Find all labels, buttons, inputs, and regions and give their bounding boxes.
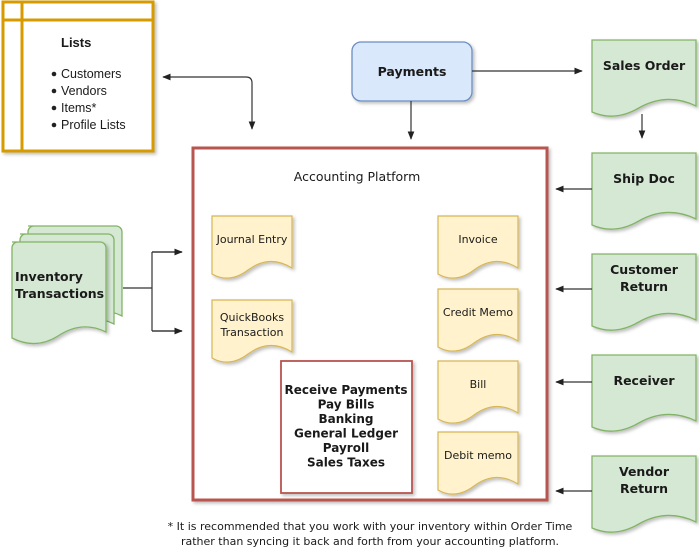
order-doc-customer-return-label: Return xyxy=(620,279,668,294)
order-doc-customer-return[interactable]: Customer Return xyxy=(591,253,697,331)
platform-doc-left-1-label: QuickBooks xyxy=(220,311,284,324)
lists-item[interactable]: Vendors xyxy=(61,84,107,98)
platform-doc-right-2-label: Bill xyxy=(470,378,487,391)
order-doc-sales-order-shape xyxy=(591,39,697,117)
platform-doc-right-3-label: Debit memo xyxy=(444,449,512,462)
accounting-platform: Accounting Platform Journal Entry QuickBo… xyxy=(191,146,549,502)
order-doc-vendor-return[interactable]: Vendor Return xyxy=(591,455,697,533)
platform-doc-left-0-label: Journal Entry xyxy=(216,233,288,246)
bullet-icon xyxy=(51,71,57,77)
order-doc-receiver-label: Receiver xyxy=(613,373,675,388)
order-doc-sales-order-label: Sales Order xyxy=(603,58,686,73)
order-doc-vendor-return-label: Vendor xyxy=(619,464,670,479)
platform-doc-right-0-label: Invoice xyxy=(458,233,498,246)
workflow-diagram: Lists Customers Vendors Items* Profile List… xyxy=(1,0,697,548)
inventory-label-line1: Inventory xyxy=(15,269,83,284)
lists-title: Lists xyxy=(61,35,91,50)
lists-platform-connector xyxy=(162,73,256,130)
order-doc-ship-doc[interactable]: Ship Doc xyxy=(591,152,697,230)
bullet-icon xyxy=(51,122,57,128)
order-doc-ship-doc-shape xyxy=(591,152,697,230)
payments-label: Payments xyxy=(378,64,447,79)
footnote-line2: rather than syncing it back and forth fr… xyxy=(181,535,559,548)
order-doc-ship-doc-label: Ship Doc xyxy=(613,171,675,186)
function-item: General Ledger xyxy=(294,427,398,441)
inventory-label-line2: Transactions xyxy=(15,286,104,301)
platform-doc-left-1-label: Transaction xyxy=(220,326,284,339)
order-doc-vendor-return-label: Return xyxy=(620,481,668,496)
function-item: Pay Bills xyxy=(318,398,375,412)
bullet-icon xyxy=(51,105,57,111)
payments-node[interactable]: Payments xyxy=(351,41,473,102)
footnote-line1: * It is recommended that you work with y… xyxy=(168,520,573,533)
function-item: Receive Payments xyxy=(285,383,408,397)
lists-item[interactable]: Items* xyxy=(61,101,97,115)
order-doc-customer-return-label: Customer xyxy=(610,262,679,277)
inventory-split-connector xyxy=(123,251,182,332)
order-doc-receiver[interactable]: Receiver xyxy=(591,354,697,432)
function-item: Sales Taxes xyxy=(307,456,385,470)
order-documents: Sales Order Ship Doc Customer Return Receive… xyxy=(591,39,697,533)
order-doc-sales-order[interactable]: Sales Order xyxy=(591,39,697,117)
platform-doc-right-1-label: Credit Memo xyxy=(443,306,514,319)
inventory-transactions-node[interactable]: Inventory Transactions xyxy=(11,225,123,345)
accounting-platform-title: Accounting Platform xyxy=(294,169,421,184)
function-item: Banking xyxy=(318,412,373,426)
order-doc-receiver-shape xyxy=(591,354,697,432)
lists-item[interactable]: Profile Lists xyxy=(61,118,126,132)
lists-item[interactable]: Customers xyxy=(61,67,121,81)
lists-box[interactable]: Lists Customers Vendors Items* Profile List… xyxy=(1,0,155,153)
function-item: Payroll xyxy=(323,441,369,455)
bullet-icon xyxy=(51,88,57,94)
